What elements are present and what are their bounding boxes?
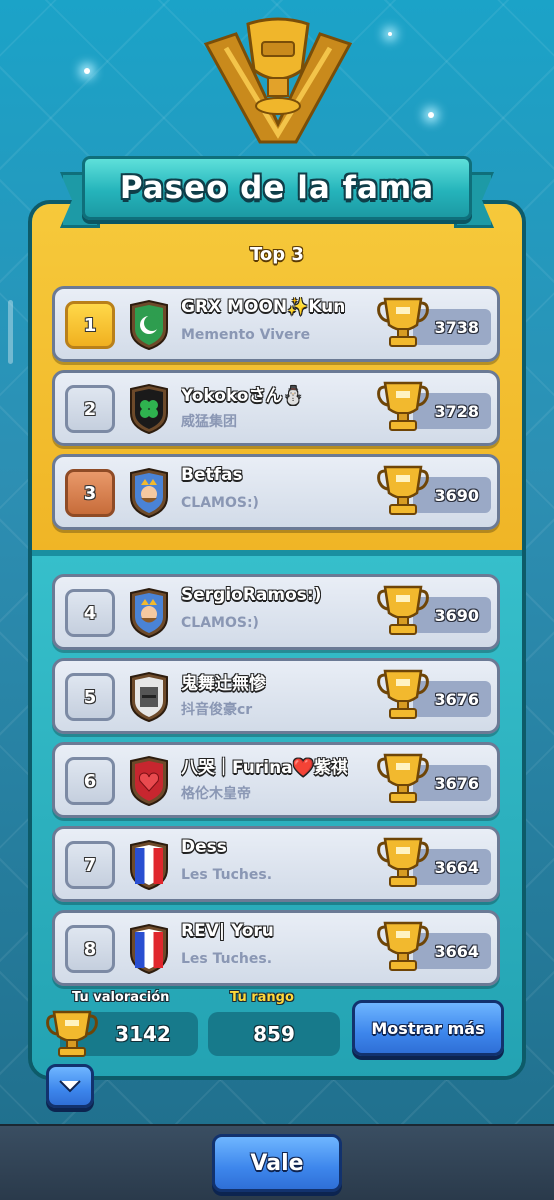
king-badge-icon [127,467,171,519]
player-name: Dess [181,837,227,857]
player-name: REV| Yoru [181,921,274,941]
leaderboard-row[interactable]: 3 Betfas CLAMOS:) 3690 [52,454,500,530]
leaderboard-row[interactable]: 8 REV| Yoru Les Tuches. 3664 [52,910,500,986]
leaderboard-row[interactable]: 1 GRX MOON✨Kun Memento Vivere 3738 [52,286,500,362]
collapse-button[interactable] [46,1064,94,1108]
player-name: GRX MOON✨Kun [181,297,346,317]
rank-number: 6 [65,757,115,805]
leaderboard-row[interactable]: 7 Dess Les Tuches. 3664 [52,826,500,902]
ok-button[interactable]: Vale [212,1134,342,1192]
trophy-icon [377,665,429,723]
trophy-icon [377,833,429,891]
clan-name: CLAMOS:) [181,495,259,511]
french-flag-badge-icon [127,839,171,891]
trophy-icon [46,1010,98,1057]
player-name: Yokokoさん⛄ [181,386,304,406]
trophy-icon [377,293,429,351]
rank-number: 2 [65,385,115,433]
rating-label: Tu valoración [72,990,170,1005]
leaderboard-row[interactable]: 2 Yokokoさん⛄ 威猛集团 3728 [52,370,500,446]
top3-label: Top 3 [250,244,304,265]
rank-number: 7 [65,841,115,889]
rank-value: 859 [253,1022,295,1046]
chevron-down-icon [59,1080,81,1093]
scroll-handle[interactable] [8,300,13,364]
rank-value-box: 859 [208,1012,340,1056]
clan-name: Les Tuches. [181,951,273,967]
clan-name: Memento Vivere [181,327,311,343]
trophy-icon [377,581,429,639]
clover-badge-icon [127,383,171,435]
leaderboard-row[interactable]: 6 八哭｜Furina❤️紫祺 格伦木皇帝 3676 [52,742,500,818]
crescent-badge-icon [127,299,171,351]
player-name: Betfas [181,465,243,485]
french-flag-badge-icon [127,923,171,975]
clan-name: Les Tuches. [181,867,273,883]
sparkle-decoration [84,68,90,74]
rank-number: 3 [65,469,115,517]
trophy-icon [377,917,429,975]
trophy-icon [377,461,429,519]
clan-name: CLAMOS:) [181,615,259,631]
clan-name: 威猛集团 [181,414,237,430]
player-name: SergioRamos:) [181,585,322,605]
ok-button-label: Vale [250,1150,304,1176]
sparkle-decoration [388,32,392,36]
show-more-label: Mostrar más [371,1018,485,1038]
rank-number: 8 [65,925,115,973]
rank-number: 1 [65,301,115,349]
rank-number: 4 [65,589,115,637]
trophy-icon [377,377,429,435]
rating-value: 3142 [115,1022,171,1046]
king-badge-icon [127,587,171,639]
player-name: 鬼舞辻無惨 [181,674,266,694]
show-more-button[interactable]: Mostrar más [352,1000,504,1056]
title-banner: Paseo de la fama [82,156,472,220]
leaderboard-row[interactable]: 4 SergioRamos:) CLAMOS:) 3690 [52,574,500,650]
heart-badge-icon [127,755,171,807]
clan-name: 抖音俊豪cr [181,702,253,718]
trophy-icon [377,749,429,807]
page-title: Paseo de la fama [119,170,435,206]
rank-number: 5 [65,673,115,721]
leaderboard-row[interactable]: 5 鬼舞辻無惨 抖音俊豪cr 3676 [52,658,500,734]
clan-name: 格伦木皇帝 [181,786,251,802]
knight-helmet-badge-icon [127,671,171,723]
player-name: 八哭｜Furina❤️紫祺 [181,758,348,778]
rank-label: Tu rango [230,990,294,1005]
sparkle-decoration [428,112,434,118]
trophy-emblem-icon [203,17,353,144]
